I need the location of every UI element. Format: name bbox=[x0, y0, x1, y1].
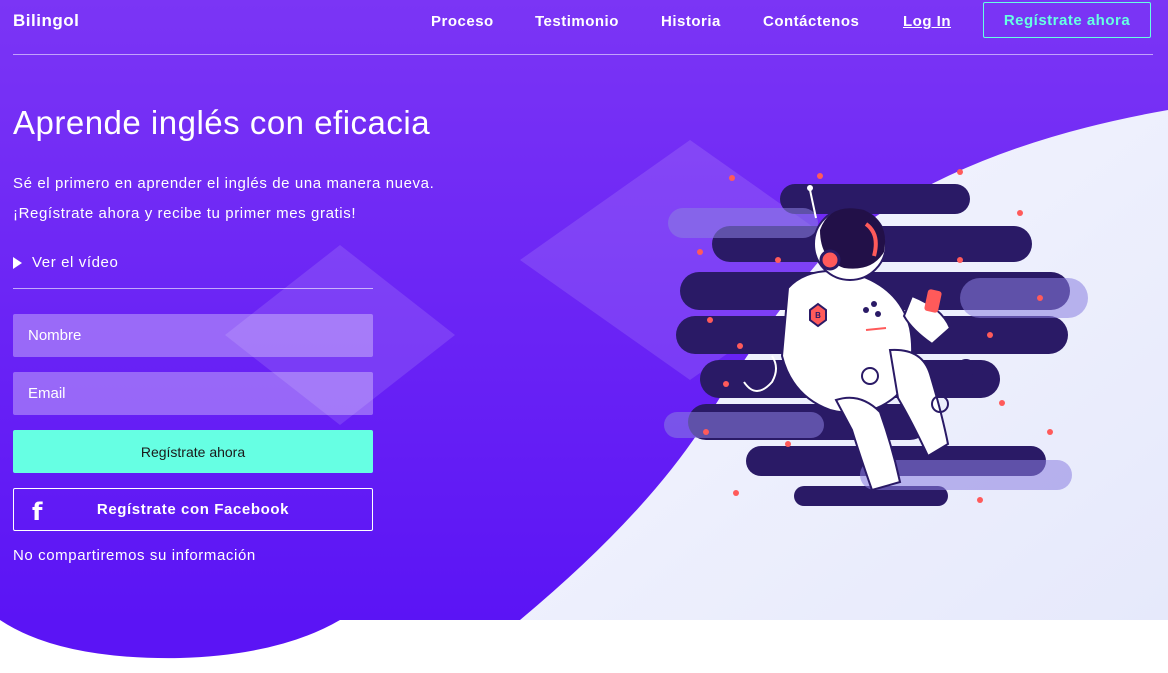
header-register-button[interactable]: Regístrate ahora bbox=[983, 2, 1151, 38]
watch-video-label: Ver el vídeo bbox=[32, 254, 119, 271]
nav-link-contactenos[interactable]: Contáctenos bbox=[763, 13, 859, 30]
privacy-note: No compartiremos su información bbox=[13, 547, 256, 564]
facebook-register-button[interactable]: f Regístrate con Facebook bbox=[13, 488, 373, 531]
nav-link-historia[interactable]: Historia bbox=[661, 13, 721, 30]
email-input[interactable] bbox=[13, 372, 373, 415]
watch-video-link[interactable]: Ver el vídeo bbox=[13, 254, 118, 271]
nav-link-testimonio[interactable]: Testimonio bbox=[535, 13, 619, 30]
logo[interactable]: Bilingol bbox=[13, 11, 79, 31]
login-link[interactable]: Log In bbox=[903, 13, 951, 30]
facebook-register-label: Regístrate con Facebook bbox=[96, 501, 290, 518]
top-navigation: Bilingol Proceso Testimonio Historia Con… bbox=[13, 0, 1153, 55]
astronaut-illustration: B bbox=[664, 169, 1088, 506]
hero-subtitle: Sé el primero en aprender el inglés de u… bbox=[13, 175, 435, 192]
name-input[interactable] bbox=[13, 314, 373, 357]
hero-section: Bilingol Proceso Testimonio Historia Con… bbox=[0, 0, 1168, 673]
badge-letter: B bbox=[815, 311, 821, 320]
page-title: Aprende inglés con eficacia bbox=[13, 104, 431, 141]
play-icon bbox=[13, 256, 22, 269]
divider bbox=[13, 288, 373, 289]
register-button[interactable]: Regístrate ahora bbox=[13, 430, 373, 473]
facebook-icon: f bbox=[32, 498, 44, 526]
hero-offer-text: ¡Regístrate ahora y recibe tu primer mes… bbox=[13, 205, 357, 222]
nav-link-proceso[interactable]: Proceso bbox=[431, 13, 494, 30]
